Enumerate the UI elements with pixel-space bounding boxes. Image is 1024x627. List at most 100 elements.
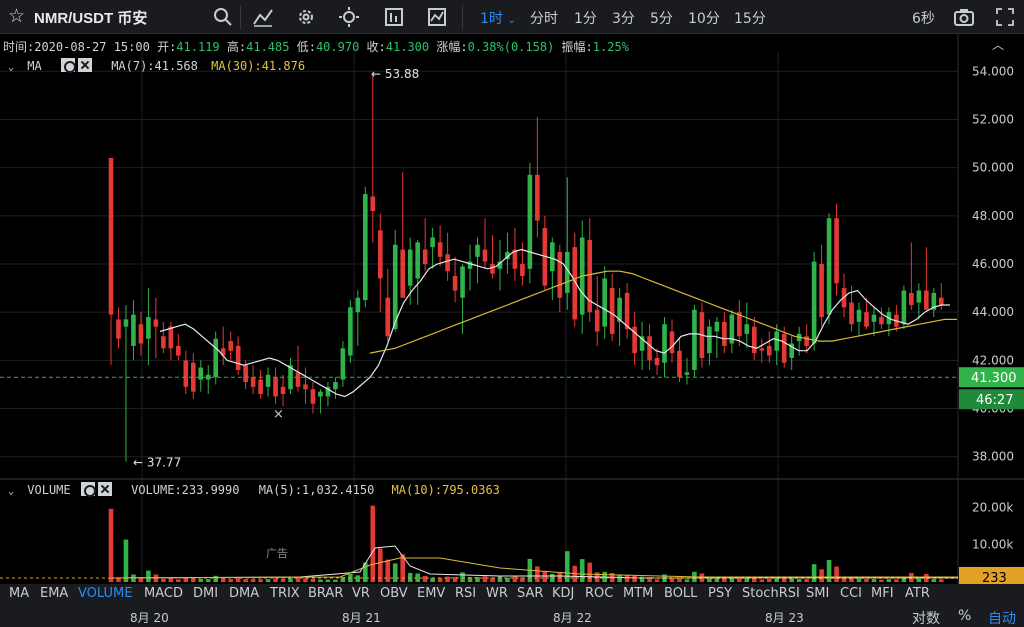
indicator-tab-volume[interactable]: VOLUME xyxy=(78,586,132,601)
volume-close-icon[interactable] xyxy=(97,482,112,496)
timeframe-1m[interactable]: 1分 xyxy=(574,8,597,28)
camera-icon[interactable] xyxy=(953,6,975,28)
candle-body xyxy=(228,341,233,351)
volume-settings-icon[interactable] xyxy=(80,482,96,497)
refresh-interval[interactable]: 6秒 xyxy=(912,8,935,28)
indicator-icon[interactable] xyxy=(252,6,274,28)
candle-body xyxy=(938,297,944,305)
candle-body xyxy=(123,319,129,327)
candle-body xyxy=(333,382,338,390)
price-chart[interactable]: 54.000 52.000 50.000 48.000 46.000 44.000 42.0… xyxy=(0,0,1024,627)
indicator-tab-boll[interactable]: BOLL xyxy=(664,586,697,601)
volume-bar xyxy=(385,559,391,582)
price-tick-label: 50.000 xyxy=(972,161,1014,175)
indicator-tab-obv[interactable]: OBV xyxy=(380,586,408,601)
compare-chart-icon[interactable] xyxy=(426,6,448,28)
timeframe-1h[interactable]: 1时 ⌄ xyxy=(480,8,516,28)
timeframe-3m[interactable]: 3分 xyxy=(612,8,635,28)
timeframe-15m[interactable]: 15分 xyxy=(734,8,766,28)
volume-bar xyxy=(228,579,233,582)
fullscreen-icon[interactable] xyxy=(994,6,1016,28)
candle-body xyxy=(879,317,884,325)
candle-body xyxy=(669,331,675,354)
indicator-tab-vr[interactable]: VR xyxy=(352,586,370,601)
indicator-tab-smi[interactable]: SMI xyxy=(806,586,829,601)
candle-body xyxy=(520,264,525,277)
volume-bar xyxy=(220,578,226,582)
volume-bar xyxy=(766,578,772,582)
candle-body xyxy=(452,276,458,291)
search-icon[interactable] xyxy=(212,6,234,28)
cross-marker-icon: × xyxy=(273,407,284,422)
volume-bar xyxy=(265,579,271,582)
candle-body xyxy=(924,290,929,310)
candle-body xyxy=(153,319,159,327)
change-label: 涨幅: xyxy=(436,40,468,54)
symbol-title[interactable]: NMR/USDT 币安 xyxy=(34,7,147,28)
gear-icon[interactable] xyxy=(295,6,317,28)
ma-settings-icon[interactable] xyxy=(60,58,76,73)
log-scale-toggle[interactable]: 对数 xyxy=(912,608,940,627)
collapse-icon[interactable]: ︿ xyxy=(992,36,1004,53)
indicator-tab-ema[interactable]: EMA xyxy=(40,586,68,601)
indicator-tab-stochrsi[interactable]: StochRSI xyxy=(742,586,800,601)
indicator-tab-ma[interactable]: MA xyxy=(9,586,29,601)
collapse-legend-icon[interactable]: ⌄ xyxy=(8,486,14,497)
indicator-tab-kdj[interactable]: KDJ xyxy=(552,586,574,601)
low-label: 低: xyxy=(296,40,316,54)
indicator-tab-dma[interactable]: DMA xyxy=(229,586,259,601)
amplitude-label: 振幅: xyxy=(561,40,593,54)
indicator-tab-atr[interactable]: ATR xyxy=(905,586,930,601)
candle-body xyxy=(392,244,398,330)
auto-scale-toggle[interactable]: 自动 xyxy=(988,608,1016,627)
volume-ma10-value: MA(10):795.0363 xyxy=(391,483,500,497)
indicator-tab-mfi[interactable]: MFI xyxy=(871,586,894,601)
indicator-tab-dmi[interactable]: DMI xyxy=(193,586,218,601)
star-icon[interactable]: ☆ xyxy=(8,5,25,27)
ma-indicator-name: MA xyxy=(27,59,42,73)
volume-bar xyxy=(235,578,241,582)
date-label: 8月 23 xyxy=(765,611,804,625)
candle-body xyxy=(243,365,248,383)
indicator-tab-roc[interactable]: ROC xyxy=(585,586,613,601)
indicator-tab-psy[interactable]: PSY xyxy=(708,586,732,601)
volume-indicator-name: VOLUME xyxy=(27,483,71,497)
candles xyxy=(108,73,944,462)
volume-bar xyxy=(280,578,286,582)
indicator-tab-cci[interactable]: CCI xyxy=(840,586,862,601)
volume-value: VOLUME:233.9990 xyxy=(131,483,240,497)
indicator-tab-wr[interactable]: WR xyxy=(486,586,508,601)
candle-body xyxy=(377,230,383,279)
candle-body xyxy=(856,309,862,322)
indicator-tab-brar[interactable]: BRAR xyxy=(308,586,343,601)
volume-tick-label: 10.00k xyxy=(972,538,1013,552)
candle-body xyxy=(781,333,787,363)
indicator-tab-mtm[interactable]: MTM xyxy=(623,586,653,601)
volume-bar xyxy=(161,578,166,582)
indicator-tab-trix[interactable]: TRIX xyxy=(270,586,300,601)
indicator-tab-emv[interactable]: EMV xyxy=(417,586,445,601)
volume-bar xyxy=(654,579,660,582)
indicator-tab-macd[interactable]: MACD xyxy=(144,586,183,601)
timeframe-10m[interactable]: 10分 xyxy=(688,8,720,28)
timeframe-5m[interactable]: 5分 xyxy=(650,8,673,28)
indicator-tab-rsi[interactable]: RSI xyxy=(455,586,476,601)
percent-scale-toggle[interactable]: % xyxy=(958,608,971,624)
date-label: 8月 22 xyxy=(553,611,592,625)
ad-label[interactable]: 广告 xyxy=(266,545,288,561)
candle-body xyxy=(310,389,316,404)
template-icon[interactable] xyxy=(383,6,405,28)
timeframe-realtime[interactable]: 分时 xyxy=(530,8,558,28)
volume-bar xyxy=(856,578,862,582)
ma-close-icon[interactable] xyxy=(77,58,92,72)
indicator-tab-sar[interactable]: SAR xyxy=(517,586,543,601)
ma7-value: MA(7):41.568 xyxy=(111,59,198,73)
candle-body xyxy=(176,345,181,356)
theme-sun-icon[interactable] xyxy=(338,6,360,28)
collapse-legend-icon[interactable]: ⌄ xyxy=(8,62,14,73)
volume-bar xyxy=(759,579,765,582)
volume-ma5-value: MA(5):1,032.4150 xyxy=(258,483,375,497)
close-value: 41.300 xyxy=(385,40,430,54)
volume-bar xyxy=(826,560,832,582)
volume-bar xyxy=(213,575,219,582)
